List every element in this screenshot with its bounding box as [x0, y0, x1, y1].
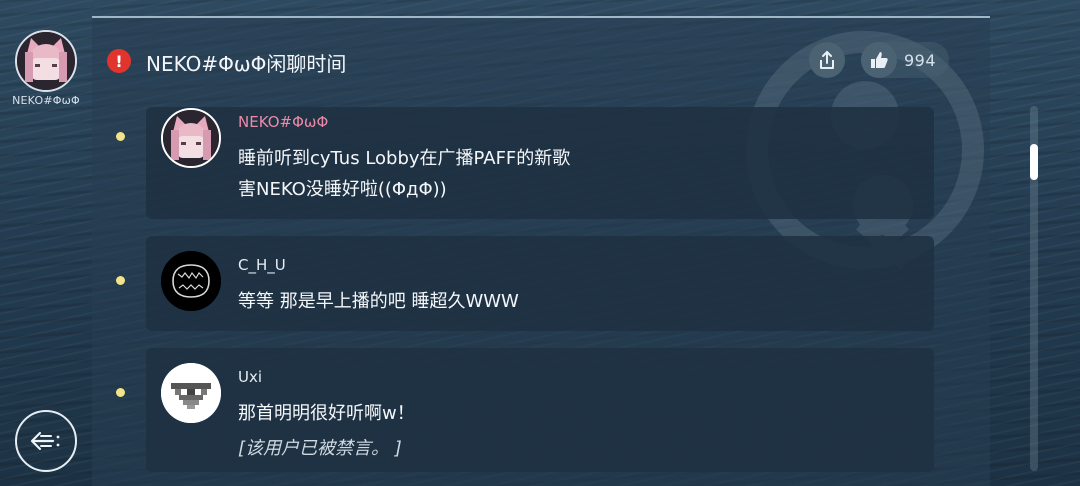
like-button[interactable] [861, 42, 897, 78]
scrollbar-thumb[interactable] [1030, 144, 1038, 180]
share-button[interactable] [809, 42, 845, 78]
comment-text-line: 那首明明很好听啊w！ [238, 403, 415, 424]
comment-username[interactable]: NEKO#ΦωΦ [238, 113, 328, 131]
like-control[interactable]: 994 [861, 42, 949, 78]
blob-avatar-icon [161, 251, 221, 311]
comment-username[interactable]: Uxi [238, 368, 262, 386]
share-icon [820, 51, 834, 69]
comment-bullet [116, 276, 125, 285]
comment-avatar[interactable] [161, 251, 221, 311]
comment-text-line: 睡前听到cyTus Lobby在广播PAFF的新歌 [238, 148, 571, 169]
pixel-art-avatar-icon [161, 363, 221, 423]
muted-notice: [该用户已被禁言。 ] [238, 438, 402, 459]
alert-icon[interactable]: ! [107, 49, 131, 73]
cat-girl-avatar-icon [17, 32, 75, 90]
profile-name: NEKO#ΦωΦ [12, 94, 80, 107]
comment-card[interactable]: C_H_U 等等 那是早上播的吧 睡超久WWW [146, 236, 934, 331]
comment-avatar[interactable] [161, 363, 221, 423]
comment-avatar[interactable] [161, 108, 221, 168]
comment-bullet [116, 388, 125, 397]
comment-text-line: 害NEKO没睡好啦((ΦдΦ)) [238, 179, 447, 200]
comment-text-line: 等等 那是早上播的吧 睡超久WWW [238, 291, 519, 312]
thumbs-up-icon [871, 52, 888, 68]
like-count: 994 [904, 50, 937, 70]
back-arrow-icon [30, 431, 60, 451]
comment-card[interactable]: NEKO#ΦωΦ 睡前听到cyTus Lobby在广播PAFF的新歌 害NEKO… [146, 107, 934, 219]
profile-avatar[interactable] [15, 30, 77, 92]
comment-bullet [116, 132, 125, 141]
back-button[interactable] [15, 410, 77, 472]
comment-username[interactable]: C_H_U [238, 256, 286, 274]
cat-girl-avatar-icon [163, 110, 219, 166]
thread-title: NEKO#ΦωΦ闲聊时间 [146, 52, 347, 76]
comment-card[interactable]: Uxi 那首明明很好听啊w！ [该用户已被禁言。 ] [146, 348, 934, 472]
